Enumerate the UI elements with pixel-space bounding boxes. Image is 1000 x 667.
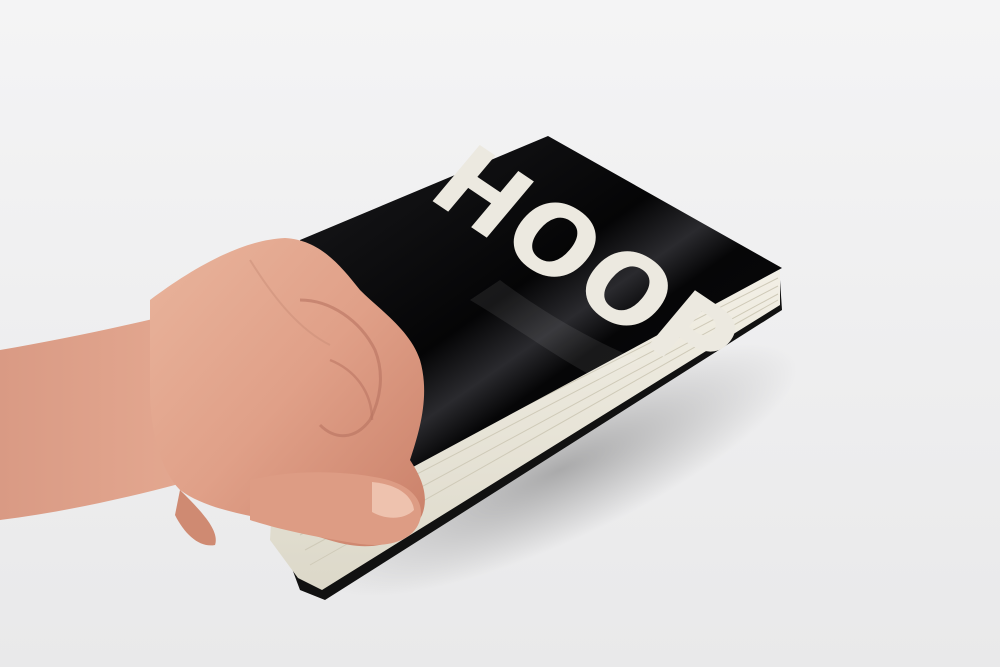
photo-canvas: HOOP (0, 0, 1000, 667)
photo-scene: HOOP (0, 0, 1000, 667)
